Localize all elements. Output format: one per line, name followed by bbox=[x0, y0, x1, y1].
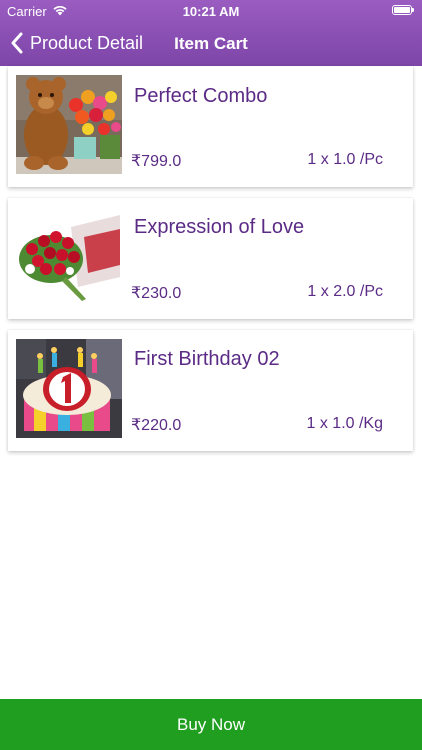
product-image-birthday-cake bbox=[16, 339, 122, 438]
product-price: ₹220.0 bbox=[131, 417, 182, 434]
page-title: Item Cart bbox=[174, 34, 248, 53]
product-name: Expression of Love bbox=[134, 216, 305, 238]
cart-item[interactable]: Perfect Combo ₹799.0 1 x 1.0 /Pc bbox=[8, 66, 413, 187]
top-bar: Carrier 10:21 AM Product Detail Item Car… bbox=[0, 0, 422, 66]
buy-now-button[interactable]: Buy Now bbox=[0, 699, 422, 750]
product-name: First Birthday 02 bbox=[134, 348, 280, 370]
status-bar: Carrier 10:21 AM bbox=[0, 0, 422, 22]
product-quantity: 1 x 2.0 /Pc bbox=[307, 283, 383, 300]
product-image-rose-bouquet bbox=[16, 207, 122, 306]
cart-item[interactable]: Expression of Love ₹230.0 1 x 2.0 /Pc bbox=[8, 198, 413, 319]
product-price: ₹799.0 bbox=[131, 153, 182, 170]
status-time: 10:21 AM bbox=[182, 4, 240, 19]
product-image-teddy-bear bbox=[16, 75, 122, 174]
product-quantity: 1 x 1.0 /Kg bbox=[306, 415, 384, 432]
product-quantity: 1 x 1.0 /Pc bbox=[307, 151, 383, 168]
product-price: ₹230.0 bbox=[131, 285, 182, 302]
navigation-bar: Product Detail Item Cart bbox=[0, 22, 422, 66]
battery-icon bbox=[392, 5, 414, 15]
product-name: Perfect Combo bbox=[134, 85, 268, 107]
cart-item[interactable]: First Birthday 02 ₹220.0 1 x 1.0 /Kg bbox=[8, 330, 413, 451]
